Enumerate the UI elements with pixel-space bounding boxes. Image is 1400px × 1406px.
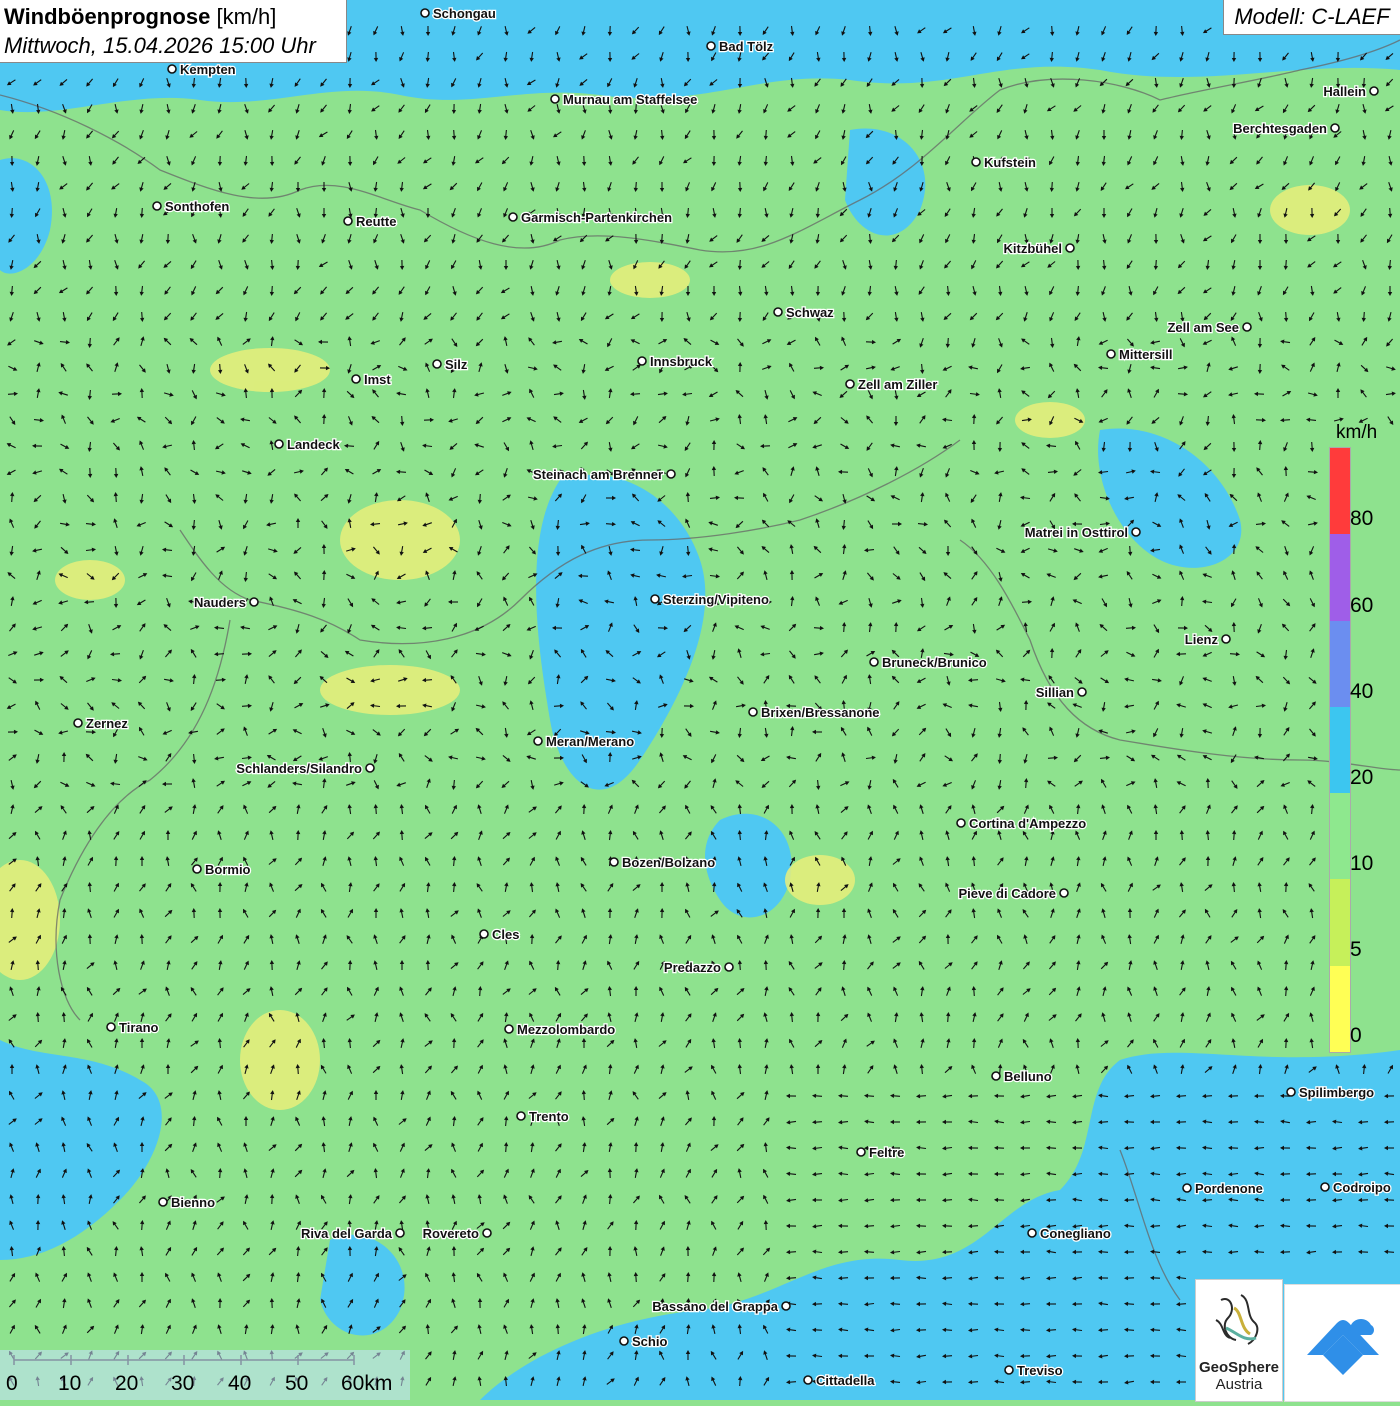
wind-gust-map: SchongauKemptenBad TölzMurnau am Staffel… [0, 0, 1400, 1400]
